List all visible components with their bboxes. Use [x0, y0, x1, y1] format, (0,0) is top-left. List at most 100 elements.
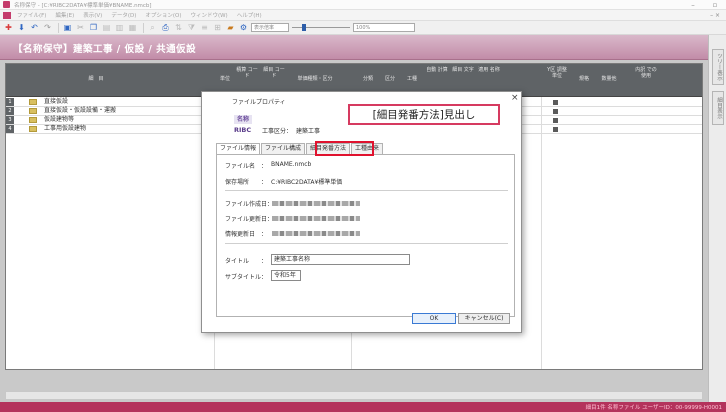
column-header[interactable]: 細 目 — [66, 76, 126, 82]
status-text: 細目1件 名称ファイル ユーザーID：00-99999-H0001 — [585, 405, 722, 411]
mdi-controls[interactable]: – × — [710, 12, 720, 19]
checkbox-icon[interactable] — [553, 100, 558, 105]
title-label: タイトル — [225, 258, 250, 265]
zoom-mode-combo[interactable]: 表示倍率 — [251, 23, 289, 32]
settings-icon[interactable]: ⚙ — [238, 23, 249, 33]
zoom-percent-combo[interactable]: 100% — [353, 23, 415, 32]
tab-detail-view[interactable]: 細目表示 — [712, 91, 724, 125]
add-icon[interactable]: ✚ — [3, 23, 14, 33]
row-number: 1 — [6, 98, 14, 106]
divider — [225, 190, 508, 191]
data-updated-label: 情報更新日 — [225, 231, 256, 238]
delete-icon[interactable]: ▦ — [127, 23, 138, 33]
print-icon[interactable]: ⎙ — [160, 23, 171, 33]
column-header[interactable]: 適用 名称 — [478, 67, 500, 73]
folder-icon — [29, 126, 37, 132]
minimize-button[interactable]: – — [682, 0, 704, 10]
subtitle-label: サブタイトル： — [225, 274, 268, 281]
column-header[interactable]: 積算 コード — [236, 67, 258, 79]
folder-icon — [29, 117, 37, 123]
insert-icon[interactable]: ▥ — [114, 23, 125, 33]
list-icon[interactable]: ≡ — [199, 23, 210, 33]
grid-column-divider — [541, 97, 542, 369]
find-icon[interactable]: ⌕ — [147, 23, 158, 33]
colon: ： — [261, 179, 268, 186]
cancel-button[interactable]: キャンセル(C) — [458, 313, 510, 324]
paste-icon[interactable]: ▤ — [101, 23, 112, 33]
sort-icon[interactable]: ⇅ — [173, 23, 184, 33]
column-header[interactable]: 自動 計算 — [426, 67, 448, 73]
restore-button[interactable]: ▫ — [704, 0, 726, 10]
column-header[interactable]: 規格 — [574, 76, 594, 82]
created-date-redacted — [272, 201, 360, 206]
column-header[interactable]: 細目 コード — [262, 67, 286, 79]
zoom-slider[interactable] — [292, 23, 350, 32]
construction-type-value: 建築工事 — [296, 128, 321, 135]
row-number: 3 — [6, 116, 14, 124]
checkbox-icon[interactable] — [553, 118, 558, 123]
ok-button[interactable]: OK — [412, 313, 456, 324]
checkbox-icon[interactable] — [553, 109, 558, 114]
row-number: 4 — [6, 125, 14, 133]
filter-icon[interactable]: ⧩ — [186, 23, 197, 33]
location-label: 保存場所 — [225, 179, 250, 186]
tab-file-info[interactable]: ファイル情報 — [216, 143, 261, 154]
folder-icon[interactable]: ▰ — [225, 23, 236, 33]
column-header[interactable]: 単位 — [216, 76, 234, 82]
menu-view[interactable]: 表示(V) — [83, 11, 102, 19]
menu-help[interactable]: ヘルプ(H) — [237, 11, 262, 19]
title-input[interactable]: 建築工事名称 — [271, 254, 410, 265]
menu-options[interactable]: オプション(O) — [145, 11, 181, 19]
column-header[interactable]: 工種 — [402, 76, 422, 82]
column-header[interactable]: 内訳 での 使用 — [634, 67, 658, 79]
callout-text: [細目発番方法]見出し — [372, 109, 476, 121]
redo-icon[interactable]: ↷ — [42, 23, 53, 33]
row-name: 直接仮設 — [44, 98, 69, 105]
toolbar-separator — [58, 22, 59, 33]
modified-date-redacted — [272, 216, 360, 221]
row-name: 仮設建物等 — [44, 116, 75, 123]
column-header[interactable]: 単価種類・区分 — [290, 76, 340, 82]
status-bar: 細目1件 名称ファイル ユーザーID：00-99999-H0001 — [0, 402, 726, 412]
folder-icon — [29, 108, 37, 114]
window-title: 名称保守 - [C:¥RIBC2DATA¥標準単価¥BNAME.nmcb] — [14, 2, 152, 9]
document-icon — [3, 11, 11, 19]
cut-icon[interactable]: ✂ — [75, 23, 86, 33]
menu-bar: ファイル(F) 編集(E) 表示(V) データ(D) オプション(O) ウィンド… — [0, 10, 726, 21]
copy-icon[interactable]: ❐ — [88, 23, 99, 33]
toolbar: ✚ ⬇ ↶ ↷ ▣ ✂ ❐ ▤ ▥ ▦ ⌕ ⎙ ⇅ ⧩ ≡ ⊞ ▰ ⚙ 表示倍率… — [0, 21, 726, 35]
construction-type-label: 工事区分： — [262, 128, 293, 135]
tab-file-structure[interactable]: ファイル構成 — [261, 143, 306, 154]
zoom-slider-thumb[interactable] — [302, 24, 306, 31]
construction-type: 工事区分： 建築工事 — [262, 126, 324, 135]
menu-edit[interactable]: 編集(E) — [55, 11, 74, 19]
menu-window[interactable]: ウィンドウ(W) — [190, 11, 227, 19]
colon: ： — [261, 163, 268, 170]
menu-data[interactable]: データ(D) — [111, 11, 136, 19]
column-header[interactable]: 細目 文字 — [452, 67, 474, 73]
column-header[interactable]: 分類 — [358, 76, 378, 82]
save-icon[interactable]: ▣ — [62, 23, 73, 33]
folder-icon — [29, 99, 37, 105]
logo-bottom-text: RIBC — [234, 126, 252, 134]
arrow-down-icon[interactable]: ⬇ — [16, 23, 27, 33]
colon: ： — [261, 231, 268, 238]
zoom-slider-track — [292, 27, 350, 28]
logo-top-text: 名称 — [234, 115, 252, 124]
column-header[interactable]: Y区 調整 単位 — [546, 67, 568, 79]
column-header[interactable]: 区分 — [380, 76, 400, 82]
column-header[interactable]: 数量他 — [596, 76, 622, 82]
close-icon[interactable]: × — [511, 93, 519, 103]
created-label: ファイル作成日： — [225, 201, 274, 208]
tree-icon[interactable]: ⊞ — [212, 23, 223, 33]
header-band: 【名称保守】建築工事 / 仮設 / 共通仮設 — [0, 35, 708, 60]
colon: ： — [261, 258, 268, 265]
filename-label: ファイル名 — [225, 163, 256, 170]
menu-file[interactable]: ファイル(F) — [17, 11, 46, 19]
undo-icon[interactable]: ↶ — [29, 23, 40, 33]
horizontal-scrollbar[interactable] — [5, 391, 703, 400]
subtitle-input[interactable]: 令和5年 — [271, 270, 301, 281]
checkbox-icon[interactable] — [553, 127, 558, 132]
filename-value: BNAME.nmcb — [271, 161, 312, 168]
tab-tree-view[interactable]: ツリー表示 — [712, 49, 724, 85]
